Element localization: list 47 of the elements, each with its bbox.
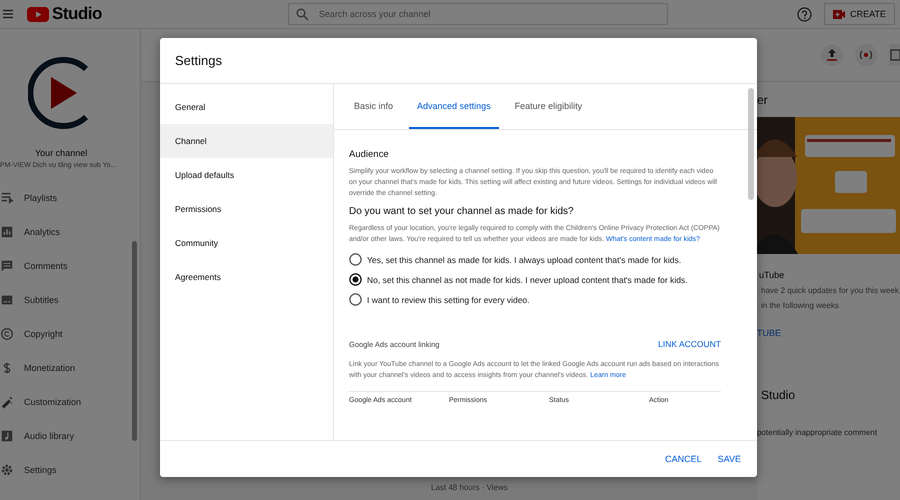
question-text: Do you want to set your channel as made for kids? (349, 206, 575, 217)
logo-text: Studio (52, 4, 102, 24)
radio-icon[interactable] (349, 273, 362, 286)
upload-icon[interactable] (821, 44, 843, 66)
radio-option[interactable]: I want to review this setting for every video. (349, 293, 721, 306)
settings-nav-item[interactable]: General (160, 90, 333, 124)
news-link[interactable]: TUBE (757, 328, 900, 338)
card-title: er (757, 92, 769, 108)
dialog-button[interactable]: CANCEL (661, 450, 706, 468)
sidebar-icon (0, 327, 14, 341)
sidebar-item[interactable]: Settings (0, 453, 140, 487)
tab[interactable]: Advanced settings (409, 84, 499, 129)
sidebar-icon (0, 463, 14, 477)
search-icon (296, 8, 309, 20)
create-button[interactable]: CREATE (824, 3, 895, 25)
help-icon[interactable] (797, 6, 812, 22)
radio-icon[interactable] (349, 253, 362, 266)
dialog-title: Settings (175, 53, 222, 68)
channel-label: Your channel (35, 148, 88, 158)
dialog-button[interactable]: SAVE (714, 450, 745, 468)
scrollbar[interactable] (748, 88, 754, 200)
card-text: potentially inappropriate comment (757, 428, 878, 437)
radio-option[interactable]: No, set this channel as not made for kids. I never upload content that's made for kids. (349, 273, 721, 286)
radio-icon[interactable] (349, 293, 362, 306)
settings-nav-item[interactable]: Community (160, 226, 333, 260)
section-heading: Audience (349, 149, 390, 160)
camera-icon (833, 10, 846, 18)
settings-nav-item[interactable]: Agreements (160, 260, 333, 294)
link-account-button[interactable]: LINK ACCOUNT (658, 339, 721, 349)
menu-icon[interactable] (3, 9, 13, 19)
settings-nav-item[interactable]: Upload defaults (160, 158, 333, 192)
live-icon[interactable] (855, 44, 877, 66)
sidebar-icon (0, 395, 14, 409)
play-logo-icon[interactable] (27, 6, 49, 22)
settings-nav-item[interactable]: Permissions (160, 192, 333, 226)
scrollbar[interactable] (132, 241, 137, 441)
radio-option[interactable]: Yes, set this channel as made for kids. I always upload content that's made for kids. (349, 253, 721, 266)
search-field[interactable]: Search across your channel (288, 3, 668, 25)
news-title: uTube (759, 270, 786, 280)
tab[interactable]: Feature eligibility (506, 84, 590, 129)
news-text: in the following weeks (761, 301, 840, 310)
tab[interactable]: Basic info (346, 84, 402, 129)
chart-caption: Last 48 hours · Views (431, 483, 509, 492)
news-text: have 2 quick updates for you this week, (761, 286, 900, 295)
settings-nav-item[interactable]: Channel (160, 124, 333, 158)
card-title: Studio (761, 388, 796, 402)
sidebar-icon (0, 191, 14, 205)
